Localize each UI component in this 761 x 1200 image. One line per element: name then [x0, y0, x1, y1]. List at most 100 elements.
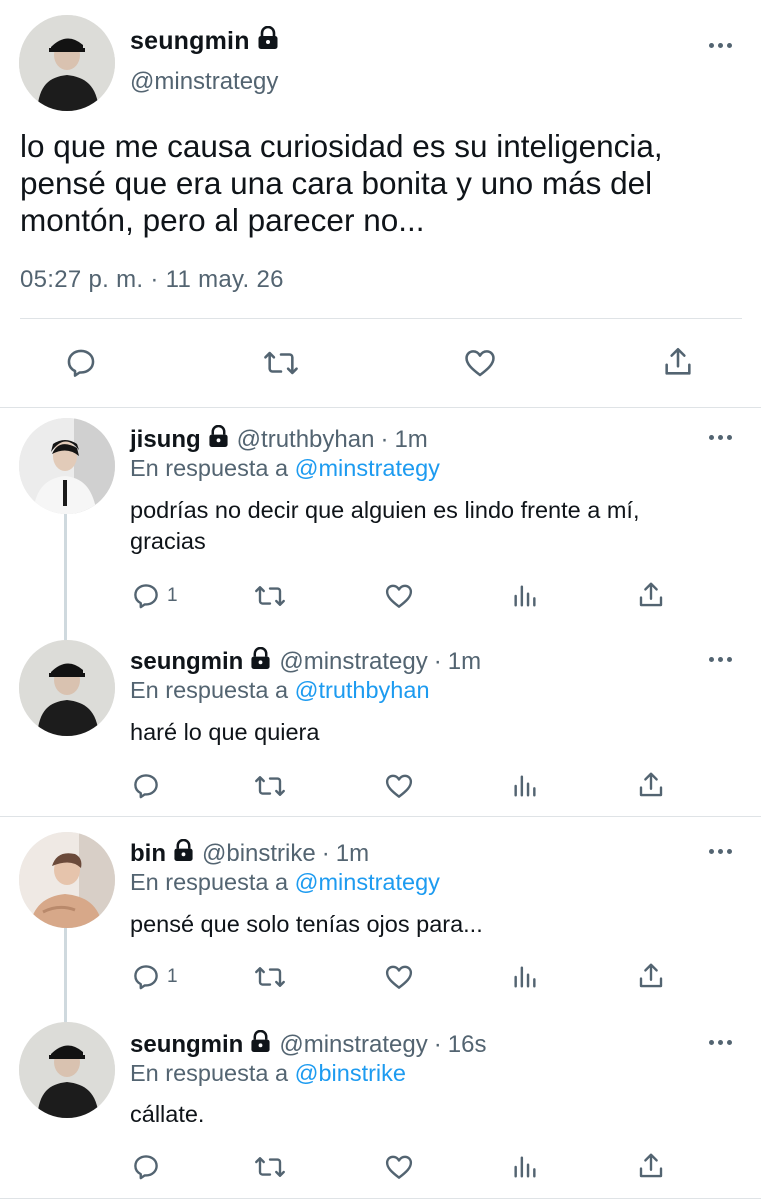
share-button[interactable] [636, 961, 666, 991]
share-button[interactable] [636, 770, 666, 800]
reply-icon [134, 965, 158, 990]
divider [0, 1198, 761, 1199]
replying-mention[interactable]: @binstrike [295, 1060, 406, 1086]
reply-text-line: cállate. [130, 1101, 205, 1127]
share-button[interactable] [636, 580, 666, 610]
retweet-icon [264, 351, 298, 375]
reply-icon [134, 1155, 158, 1180]
reply-button[interactable]: 1 [131, 962, 178, 992]
reply-button[interactable] [64, 346, 98, 380]
more-icon[interactable] [709, 846, 735, 856]
tweet-text: lo que me causa curiosidad es su intelig… [20, 128, 750, 239]
more-icon[interactable] [709, 432, 735, 442]
more-icon[interactable] [709, 654, 735, 664]
reply-count: 1 [167, 966, 178, 987]
reply-author-name[interactable]: seungmin [130, 648, 243, 676]
author-name[interactable]: seungmin [130, 25, 279, 57]
reply-count: 1 [167, 585, 178, 606]
reply-author-name[interactable]: seungmin [130, 1031, 243, 1059]
reply-text-line: podrías no decir que alguien es lindo fr… [130, 497, 640, 523]
reply-text-line: pensé que solo tenías ojos para... [130, 911, 483, 937]
views-icon [514, 585, 536, 607]
avatar-seungmin[interactable] [19, 15, 115, 111]
replying-mention[interactable]: @minstrategy [295, 455, 440, 481]
reply-header: jisung @truthbyhan · 1m [130, 424, 428, 455]
replying-to: En respuesta a @minstrategy [130, 869, 440, 896]
avatar-seungmin[interactable] [19, 640, 115, 736]
reply-time[interactable]: 1m [394, 426, 427, 454]
tweet-text-line: montón, pero al parecer no... [20, 202, 425, 238]
lock-icon [208, 424, 229, 455]
retweet-button[interactable] [253, 581, 287, 611]
tweet-timestamp[interactable]: 05:27 p. m. · 11 may. 26 [20, 266, 284, 294]
share-icon [665, 347, 691, 375]
reply-time[interactable]: 16s [448, 1031, 487, 1059]
replying-prefix: En respuesta a [130, 455, 289, 481]
reply-author-handle[interactable]: @binstrike [202, 840, 316, 868]
avatar-seungmin[interactable] [19, 1022, 115, 1118]
thread-line [64, 928, 67, 1024]
lock-icon [257, 25, 279, 57]
more-icon[interactable] [709, 1037, 735, 1047]
views-icon [514, 966, 536, 988]
retweet-button[interactable] [253, 771, 287, 801]
retweet-button[interactable] [253, 962, 287, 992]
replying-mention[interactable]: @minstrategy [295, 869, 440, 895]
retweet-button[interactable] [253, 1152, 287, 1182]
like-button[interactable] [384, 962, 414, 992]
tweet-text-line: lo que me causa curiosidad es su intelig… [20, 128, 663, 164]
views-icon [514, 775, 536, 797]
views-button[interactable] [511, 963, 539, 991]
reply-text: pensé que solo tenías ojos para... [130, 909, 483, 940]
reply-button[interactable] [131, 1152, 167, 1182]
like-button[interactable] [462, 346, 498, 380]
views-button[interactable] [511, 772, 539, 800]
reply-button[interactable]: 1 [131, 581, 178, 611]
more-icon[interactable] [709, 40, 735, 50]
reply-icon [134, 584, 158, 609]
replying-prefix: En respuesta a [130, 869, 289, 895]
lock-icon [250, 1029, 271, 1060]
reply-author-name[interactable]: jisung [130, 426, 201, 454]
reply-time[interactable]: 1m [448, 648, 481, 676]
tweet-date[interactable]: 11 may. 26 [166, 266, 284, 293]
views-button[interactable] [511, 1153, 539, 1181]
avatar-bin[interactable] [19, 832, 115, 928]
views-button[interactable] [511, 582, 539, 610]
share-button[interactable] [661, 344, 695, 380]
author-name-text[interactable]: seungmin [130, 27, 250, 56]
like-button[interactable] [384, 1152, 414, 1182]
reply-author-handle[interactable]: @minstrategy [279, 648, 427, 676]
reply-text: haré lo que quiera [130, 717, 319, 748]
share-icon [639, 963, 663, 988]
author-handle[interactable]: @minstrategy [130, 68, 278, 96]
reply-header: seungmin @minstrategy · 1m [130, 646, 481, 677]
share-icon [639, 582, 663, 607]
divider [20, 318, 742, 319]
share-icon [639, 772, 663, 797]
reply-author-name[interactable]: bin [130, 840, 166, 868]
tweet-time[interactable]: 05:27 p. m. [20, 266, 143, 293]
avatar-jisung[interactable] [19, 418, 115, 514]
lock-icon [250, 646, 271, 677]
meta-separator: · [433, 648, 442, 675]
replying-mention[interactable]: @truthbyhan [295, 677, 430, 703]
thread-line [64, 512, 67, 642]
reply-author-handle[interactable]: @minstrategy [279, 1031, 427, 1059]
heart-icon [465, 350, 495, 377]
retweet-button[interactable] [262, 346, 300, 380]
reply-time[interactable]: 1m [336, 840, 369, 868]
heart-icon [385, 1155, 413, 1179]
tweet-text-line: pensé que era una cara bonita y uno más … [20, 165, 653, 201]
like-button[interactable] [384, 581, 414, 611]
reply-text-line: haré lo que quiera [130, 719, 320, 745]
views-icon [514, 1156, 536, 1178]
reply-button[interactable] [131, 771, 167, 801]
share-button[interactable] [636, 1151, 666, 1181]
meta-separator: · [433, 1031, 442, 1058]
reply-author-handle[interactable]: @truthbyhan [237, 426, 375, 454]
heart-icon [385, 584, 413, 608]
like-button[interactable] [384, 771, 414, 801]
replying-to: En respuesta a @binstrike [130, 1060, 406, 1087]
reply-icon [67, 349, 95, 377]
